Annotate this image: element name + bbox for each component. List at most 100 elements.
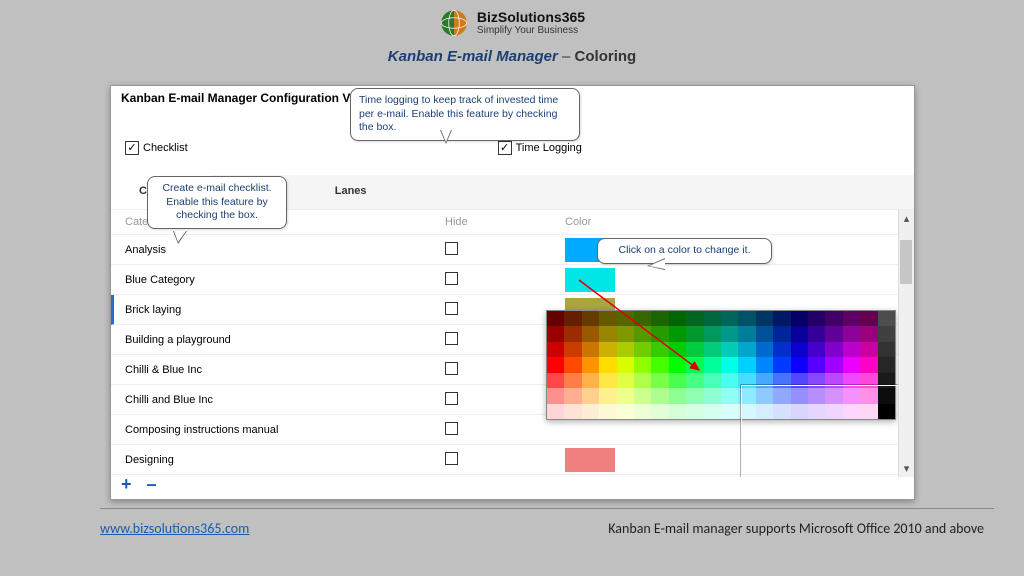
color-cell[interactable] (686, 404, 703, 419)
color-cell[interactable] (738, 388, 755, 403)
color-cell[interactable] (860, 388, 877, 403)
hide-checkbox[interactable] (445, 422, 458, 435)
color-cell[interactable] (599, 404, 616, 419)
color-cell[interactable] (825, 342, 842, 357)
color-cell[interactable] (547, 311, 564, 326)
color-cell[interactable] (791, 357, 808, 372)
color-cell[interactable] (791, 326, 808, 341)
color-cell[interactable] (669, 388, 686, 403)
color-cell[interactable] (878, 404, 895, 419)
color-cell[interactable] (669, 404, 686, 419)
color-cell[interactable] (878, 388, 895, 403)
tab-lanes[interactable]: Lanes (307, 175, 395, 209)
color-cell[interactable] (791, 388, 808, 403)
color-cell[interactable] (669, 326, 686, 341)
checkbox-checked-icon[interactable]: ✓ (498, 141, 512, 155)
color-cell[interactable] (721, 311, 738, 326)
color-cell[interactable] (825, 326, 842, 341)
color-cell[interactable] (808, 311, 825, 326)
color-cell[interactable] (582, 404, 599, 419)
color-cell[interactable] (599, 342, 616, 357)
hide-checkbox[interactable] (445, 392, 458, 405)
color-cell[interactable] (721, 357, 738, 372)
color-cell[interactable] (860, 404, 877, 419)
color-cell[interactable] (791, 311, 808, 326)
scrollbar[interactable]: ▴ ▾ (898, 210, 914, 477)
color-cell[interactable] (651, 388, 668, 403)
color-cell[interactable] (634, 311, 651, 326)
color-cell[interactable] (564, 357, 581, 372)
color-cell[interactable] (738, 404, 755, 419)
table-row[interactable]: Designing (111, 445, 914, 475)
color-cell[interactable] (686, 326, 703, 341)
color-cell[interactable] (756, 388, 773, 403)
color-cell[interactable] (738, 373, 755, 388)
color-cell[interactable] (582, 357, 599, 372)
color-cell[interactable] (808, 326, 825, 341)
color-cell[interactable] (547, 342, 564, 357)
color-cell[interactable] (808, 388, 825, 403)
color-cell[interactable] (878, 326, 895, 341)
color-cell[interactable] (599, 373, 616, 388)
website-link[interactable]: www.bizsolutions365.com (100, 520, 249, 537)
color-cell[interactable] (773, 373, 790, 388)
color-cell[interactable] (599, 311, 616, 326)
color-cell[interactable] (808, 373, 825, 388)
color-cell[interactable] (669, 311, 686, 326)
color-cell[interactable] (651, 404, 668, 419)
color-cell[interactable] (651, 342, 668, 357)
color-cell[interactable] (582, 342, 599, 357)
scroll-up-icon[interactable]: ▴ (904, 210, 910, 227)
color-cell[interactable] (634, 357, 651, 372)
checkbox-checked-icon[interactable]: ✓ (125, 141, 139, 155)
color-cell[interactable] (825, 404, 842, 419)
checklist-toggle[interactable]: ✓ Checklist (125, 141, 188, 155)
timelogging-toggle[interactable]: ✓ Time Logging (498, 141, 582, 155)
hide-checkbox[interactable] (445, 302, 458, 315)
add-row-button[interactable]: + (121, 474, 132, 494)
color-cell[interactable] (547, 404, 564, 419)
color-cell[interactable] (773, 388, 790, 403)
color-cell[interactable] (773, 404, 790, 419)
color-swatch[interactable] (565, 448, 615, 472)
hide-checkbox[interactable] (445, 272, 458, 285)
color-cell[interactable] (599, 357, 616, 372)
color-cell[interactable] (825, 388, 842, 403)
color-cell[interactable] (860, 357, 877, 372)
color-cell[interactable] (756, 326, 773, 341)
color-cell[interactable] (843, 357, 860, 372)
color-cell[interactable] (773, 311, 790, 326)
color-cell[interactable] (773, 342, 790, 357)
color-cell[interactable] (669, 357, 686, 372)
color-cell[interactable] (808, 404, 825, 419)
color-cell[interactable] (547, 388, 564, 403)
color-cell[interactable] (738, 342, 755, 357)
color-cell[interactable] (843, 388, 860, 403)
color-cell[interactable] (808, 357, 825, 372)
color-cell[interactable] (564, 404, 581, 419)
color-cell[interactable] (738, 326, 755, 341)
color-cell[interactable] (704, 326, 721, 341)
hide-checkbox[interactable] (445, 452, 458, 465)
color-cell[interactable] (721, 373, 738, 388)
color-cell[interactable] (547, 373, 564, 388)
color-cell[interactable] (634, 373, 651, 388)
color-cell[interactable] (547, 326, 564, 341)
color-cell[interactable] (634, 404, 651, 419)
color-cell[interactable] (704, 373, 721, 388)
color-cell[interactable] (825, 373, 842, 388)
color-cell[interactable] (878, 311, 895, 326)
color-cell[interactable] (564, 373, 581, 388)
color-cell[interactable] (582, 373, 599, 388)
color-cell[interactable] (756, 373, 773, 388)
color-cell[interactable] (617, 404, 634, 419)
color-cell[interactable] (721, 342, 738, 357)
color-cell[interactable] (860, 342, 877, 357)
color-cell[interactable] (808, 342, 825, 357)
color-swatch[interactable] (565, 268, 615, 292)
scroll-down-icon[interactable]: ▾ (904, 460, 910, 477)
color-cell[interactable] (721, 326, 738, 341)
color-cell[interactable] (843, 373, 860, 388)
color-cell[interactable] (860, 373, 877, 388)
color-cell[interactable] (843, 326, 860, 341)
